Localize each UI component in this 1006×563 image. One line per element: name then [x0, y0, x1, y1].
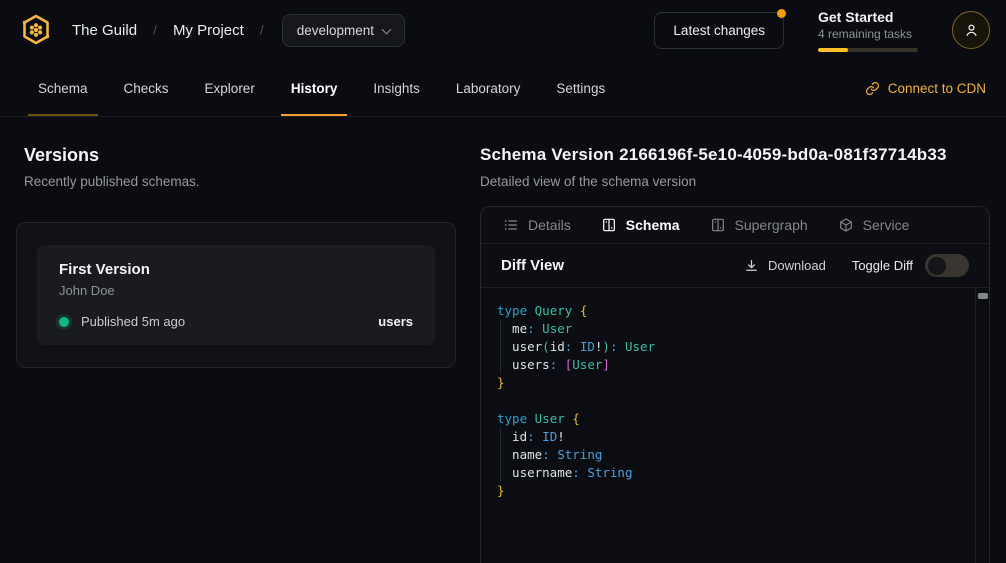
- get-started-progress-fill: [818, 48, 848, 52]
- target-selector-value: development: [297, 23, 374, 38]
- breadcrumb-project[interactable]: My Project: [173, 22, 244, 39]
- schema-detail-box: Details Schema Supergraph: [480, 206, 990, 563]
- list-icon: [503, 217, 519, 233]
- detail-tab-service[interactable]: Service: [838, 217, 910, 233]
- tab-checks[interactable]: Checks: [106, 60, 187, 116]
- code-line: type User {: [497, 410, 963, 428]
- version-detail-panel: Schema Version 2166196f-5e10-4059-bd0a-0…: [480, 145, 990, 563]
- code-line: }: [497, 482, 963, 500]
- app-header: The Guild / My Project / development Lat…: [0, 0, 1006, 60]
- version-list-item[interactable]: First Version John Doe Published 5m ago …: [37, 245, 435, 345]
- version-service-badge: users: [378, 314, 413, 329]
- toggle-knob: [928, 257, 946, 275]
- latest-changes-button[interactable]: Latest changes: [654, 12, 784, 49]
- target-selector-dropdown[interactable]: development: [282, 14, 405, 47]
- diff-view-toolbar: Diff View Download Toggle Diff: [481, 244, 989, 288]
- versions-panel: Versions Recently published schemas. Fir…: [16, 145, 456, 563]
- tab-history[interactable]: History: [273, 60, 356, 116]
- detail-tab-supergraph[interactable]: Supergraph: [710, 217, 808, 233]
- columns-icon: [710, 217, 726, 233]
- get-started-widget[interactable]: Get Started 4 remaining tasks: [818, 9, 918, 52]
- notification-dot: [777, 9, 786, 18]
- download-button[interactable]: Download: [744, 258, 826, 273]
- breadcrumb-org[interactable]: The Guild: [72, 22, 137, 39]
- code-line: [497, 392, 963, 410]
- version-status: Published 5m ago: [81, 314, 185, 329]
- detail-tab-details[interactable]: Details: [503, 217, 571, 233]
- person-icon: [963, 22, 980, 39]
- tab-explorer[interactable]: Explorer: [187, 60, 273, 116]
- download-icon: [744, 258, 759, 273]
- version-name: First Version: [59, 261, 413, 278]
- hive-logo-icon[interactable]: [16, 10, 56, 50]
- code-line: user(id: ID!): User: [497, 338, 963, 356]
- latest-changes-label: Latest changes: [673, 23, 765, 38]
- main-nav: Schema Checks Explorer History Insights …: [0, 60, 1006, 117]
- detail-tab-label: Details: [528, 217, 571, 233]
- code-line: users: [User]: [497, 356, 963, 374]
- connect-to-cdn-link[interactable]: Connect to CDN: [865, 60, 986, 116]
- detail-tab-label: Supergraph: [735, 217, 808, 233]
- schema-version-title: Schema Version 2166196f-5e10-4059-bd0a-0…: [480, 145, 990, 165]
- code-line: name: String: [497, 446, 963, 464]
- tab-laboratory[interactable]: Laboratory: [438, 60, 539, 116]
- tab-insights[interactable]: Insights: [355, 60, 438, 116]
- code-line: username: String: [497, 464, 963, 482]
- code-scrollbar[interactable]: [975, 288, 989, 563]
- connect-to-cdn-label: Connect to CDN: [888, 81, 986, 96]
- versions-title: Versions: [24, 145, 456, 166]
- main-content: Versions Recently published schemas. Fir…: [0, 117, 1006, 563]
- chevron-down-icon: [382, 23, 392, 33]
- user-avatar[interactable]: [952, 11, 990, 49]
- breadcrumb-separator: /: [260, 22, 264, 38]
- get-started-title: Get Started: [818, 9, 918, 25]
- detail-tabs: Details Schema Supergraph: [481, 207, 989, 244]
- code-lines: type Query { me: User user(id: ID!): Use…: [497, 302, 963, 500]
- versions-list-card: First Version John Doe Published 5m ago …: [16, 222, 456, 368]
- download-label: Download: [768, 258, 826, 273]
- tab-schema[interactable]: Schema: [20, 60, 106, 116]
- toggle-diff-switch[interactable]: [925, 254, 969, 277]
- code-scrollbar-thumb[interactable]: [978, 293, 988, 299]
- tab-settings[interactable]: Settings: [538, 60, 623, 116]
- get-started-subtitle: 4 remaining tasks: [818, 27, 918, 41]
- schema-sdl-code[interactable]: type Query { me: User user(id: ID!): Use…: [481, 288, 989, 563]
- code-line: me: User: [497, 320, 963, 338]
- code-line: type Query {: [497, 302, 963, 320]
- versions-subtitle: Recently published schemas.: [24, 174, 456, 189]
- schema-version-subtitle: Detailed view of the schema version: [480, 174, 990, 189]
- get-started-progress-bar: [818, 48, 918, 52]
- version-author: John Doe: [59, 283, 413, 298]
- toggle-diff-label: Toggle Diff: [852, 258, 913, 273]
- columns-icon: [601, 217, 617, 233]
- detail-tab-label: Schema: [626, 217, 680, 233]
- code-line: id: ID!: [497, 428, 963, 446]
- box-icon: [838, 217, 854, 233]
- published-status-dot: [59, 317, 69, 327]
- link-icon: [865, 81, 880, 96]
- diff-view-title: Diff View: [501, 257, 564, 274]
- detail-tab-label: Service: [863, 217, 910, 233]
- breadcrumb-separator: /: [153, 22, 157, 38]
- code-line: }: [497, 374, 963, 392]
- detail-tab-schema[interactable]: Schema: [601, 217, 680, 233]
